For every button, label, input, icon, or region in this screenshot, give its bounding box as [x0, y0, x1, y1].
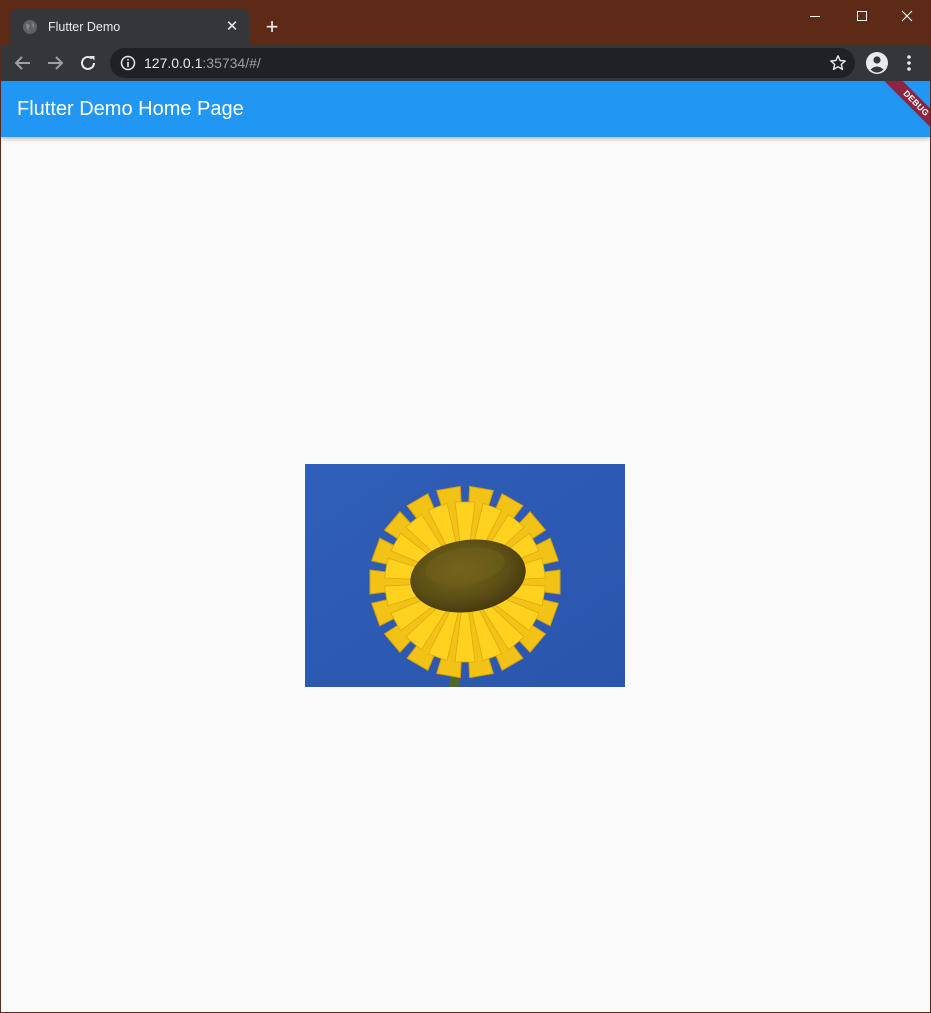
app-bar: Flutter Demo Home Page: [1, 81, 930, 137]
more-vert-icon: [907, 55, 911, 71]
maximize-button[interactable]: [839, 1, 885, 31]
info-icon[interactable]: [120, 55, 136, 71]
forward-arrow-icon: [48, 56, 64, 70]
address-bar[interactable]: 127.0.0.1:35734/#/: [110, 48, 855, 78]
globe-icon: [23, 20, 37, 34]
browser-toolbar: 127.0.0.1:35734/#/: [1, 45, 930, 81]
forward-button[interactable]: [43, 51, 67, 75]
sunflower-image: [305, 464, 625, 687]
tab-title: Flutter Demo: [48, 20, 121, 34]
tab-strip: Flutter Demo ✕ +: [1, 1, 930, 45]
browser-tab[interactable]: Flutter Demo ✕: [10, 9, 250, 45]
back-arrow-icon: [14, 56, 30, 70]
back-button[interactable]: [11, 51, 35, 75]
minimize-icon: [810, 16, 820, 17]
flutter-page: Flutter Demo Home Page DEBUG: [1, 81, 930, 1012]
maximize-icon: [857, 11, 867, 21]
bookmark-star-icon[interactable]: [829, 54, 847, 72]
reload-icon: [81, 55, 95, 70]
close-tab-icon[interactable]: ✕: [224, 19, 240, 35]
minimize-button[interactable]: [792, 1, 838, 31]
browser-window: Flutter Demo ✕ + 127.0.0.1:35734/#/ Flu…: [0, 0, 931, 1013]
reload-button[interactable]: [76, 51, 100, 75]
page-title: Flutter Demo Home Page: [17, 98, 244, 120]
new-tab-button[interactable]: +: [260, 15, 284, 39]
url-path: :35734/#/: [202, 55, 261, 71]
window-close-button[interactable]: [884, 1, 930, 31]
url-host: 127.0.0.1: [144, 55, 203, 71]
close-icon: [901, 10, 913, 22]
profile-avatar-icon[interactable]: [865, 51, 889, 75]
browser-menu-button[interactable]: [899, 51, 919, 75]
